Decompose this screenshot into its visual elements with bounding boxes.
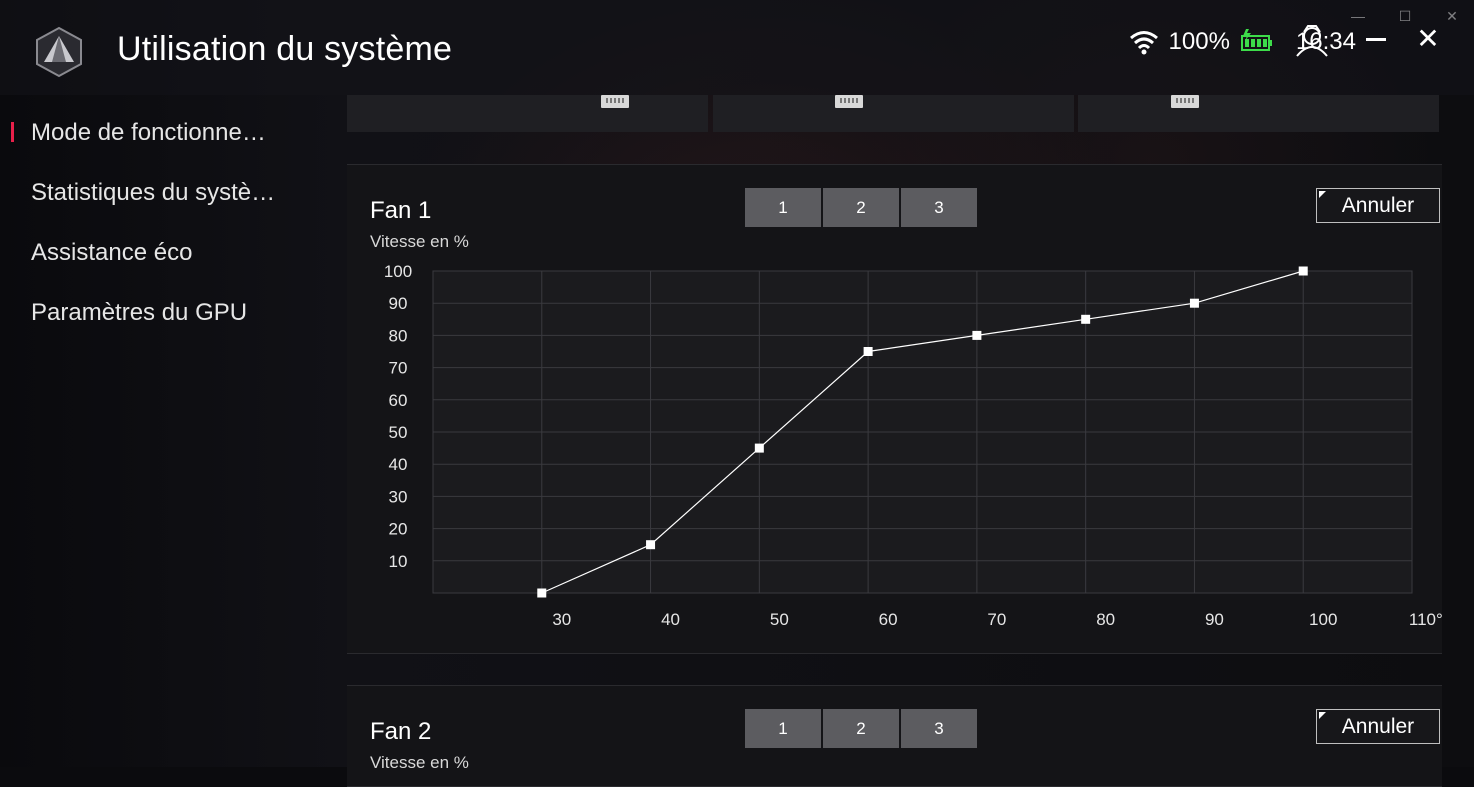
sidebar-item-eco-assist[interactable]: Assistance éco	[0, 220, 330, 280]
x-tick-label: 110°C	[1409, 610, 1442, 629]
cancel-button[interactable]: Annuler	[1316, 709, 1440, 744]
close-app-button[interactable]: ✕	[1415, 25, 1441, 53]
page-title: Utilisation du système	[117, 30, 453, 68]
mode-card[interactable]	[1078, 95, 1439, 132]
x-tick-label: 30	[552, 610, 571, 629]
profile-tabs: 1 2 3	[745, 709, 977, 748]
fan-curve-point[interactable]	[1298, 266, 1308, 276]
mode-card[interactable]	[713, 95, 1074, 132]
x-tick-label: 50	[770, 610, 789, 629]
fan-curve-point[interactable]	[972, 330, 982, 340]
wifi-icon	[1129, 31, 1158, 55]
y-tick-label: 20	[389, 520, 408, 539]
y-tick-label: 80	[389, 326, 408, 345]
fan-curve-point[interactable]	[646, 540, 656, 550]
y-tick-label: 100	[384, 262, 412, 281]
profile-tab-2[interactable]: 2	[823, 709, 899, 748]
fan-curve-point[interactable]	[1081, 314, 1091, 324]
card-handle-icon	[835, 95, 863, 108]
y-tick-label: 30	[389, 487, 408, 506]
battery-charging-icon	[1240, 29, 1272, 51]
fan-2-panel: Fan 2 Vitesse en % 1 2 3 Annuler	[347, 685, 1442, 787]
y-tick-label: 50	[389, 423, 408, 442]
card-handle-icon	[1171, 95, 1199, 108]
sidebar-item-label: Mode de fonctionne…	[31, 119, 266, 146]
app-logo-icon	[36, 26, 82, 78]
sidebar-item-label: Paramètres du GPU	[31, 299, 248, 326]
fan-subtitle: Vitesse en %	[370, 753, 469, 772]
y-tick-label: 90	[389, 294, 408, 313]
y-tick-label: 40	[389, 455, 408, 474]
y-tick-label: 70	[389, 359, 408, 378]
x-tick-label: 70	[987, 610, 1006, 629]
sidebar-item-gpu-settings[interactable]: Paramètres du GPU	[0, 280, 330, 340]
fan-curve-point[interactable]	[754, 443, 764, 453]
x-tick-label: 40	[661, 610, 680, 629]
minimize-app-button[interactable]	[1366, 38, 1386, 41]
profile-tab-1[interactable]: 1	[745, 709, 821, 748]
battery-percent: 100%	[1168, 28, 1230, 55]
sidebar-item-label: Assistance éco	[31, 239, 193, 266]
fan-curve-point[interactable]	[863, 347, 873, 356]
x-tick-label: 60	[879, 610, 898, 629]
fan-curve-point[interactable]	[537, 588, 547, 598]
sidebar: Mode de fonctionne… Statistiques du syst…	[0, 100, 330, 340]
x-tick-label: 100	[1309, 610, 1337, 629]
x-tick-label: 90	[1205, 610, 1224, 629]
fan-curve-point[interactable]	[1189, 298, 1199, 308]
fan-1-panel: Fan 1 Vitesse en % 1 2 3 Annuler 10 20 30 4…	[347, 164, 1442, 654]
x-tick-label: 80	[1096, 610, 1115, 629]
sidebar-item-system-stats[interactable]: Statistiques du systè…	[0, 160, 330, 220]
card-handle-icon	[601, 95, 629, 108]
fan-title: Fan 2	[370, 718, 432, 745]
user-profile-icon[interactable]	[1293, 24, 1331, 58]
profile-tab-3[interactable]: 3	[901, 709, 977, 748]
mode-card[interactable]	[347, 95, 708, 132]
fan-curve-chart[interactable]: 10 20 30 40 50 60 70 80 90 100 30 40 50 60 70 80 90 100 11…	[347, 165, 1442, 653]
y-tick-label: 10	[389, 552, 408, 571]
sidebar-item-operating-mode[interactable]: Mode de fonctionne…	[0, 100, 330, 160]
y-tick-label: 60	[389, 391, 408, 410]
sidebar-item-label: Statistiques du systè…	[31, 179, 276, 206]
